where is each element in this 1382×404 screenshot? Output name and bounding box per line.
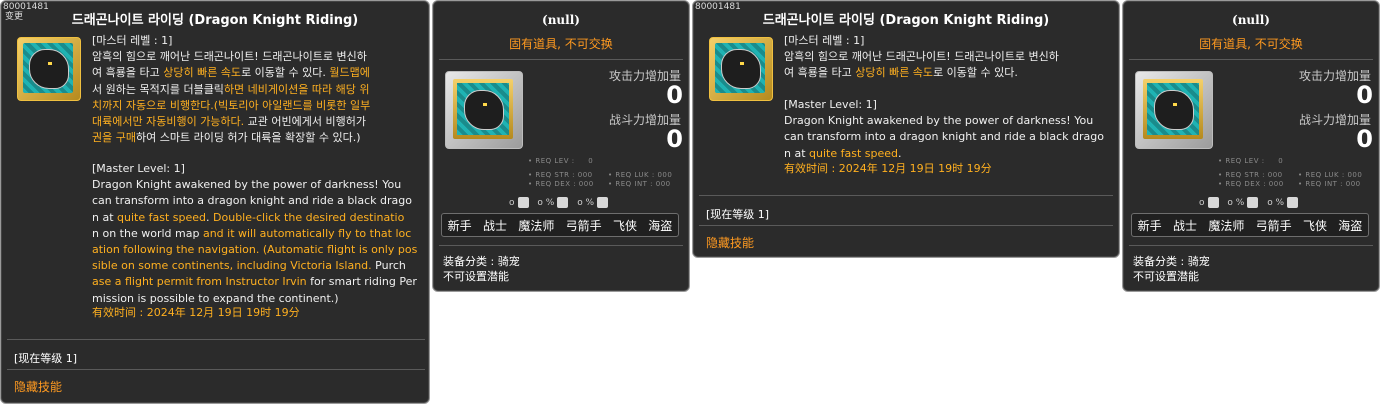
item-subtitle: 固有道具, 不可交换 xyxy=(1199,37,1303,51)
combat-value: 0 xyxy=(666,125,683,153)
dragon-icon xyxy=(721,49,761,89)
current-level: [现在等级 1] xyxy=(14,352,78,365)
skill-title: 드래곤나이트 라이딩 (Dragon Knight Riding) xyxy=(71,13,359,28)
dragon-icon xyxy=(464,90,504,130)
skill-desc-kr: [마스터 레벨 : 1] 암흑의 힘으로 깨어난 드래곤나이트! 드래곤나이트로 … xyxy=(784,33,1119,82)
job-requirements: 新手 战士 魔法师 弓箭手 飞侠 海盗 xyxy=(1131,213,1369,237)
job-pirate: 海盗 xyxy=(1338,218,1363,233)
desc-line: [마스터 레벨 : 1] xyxy=(92,34,173,47)
divider xyxy=(439,59,683,60)
desc-line: [Master Level: 1] xyxy=(784,98,877,111)
skill-tooltip-1: 80001481 变更 드래곤나이트 라이딩 (Dragon Knight Ri… xyxy=(0,0,430,404)
req-int: • REQ INT : 000 xyxy=(1298,180,1361,188)
current-level: [现在等级 1] xyxy=(706,208,770,221)
misc-icons: o o % o % xyxy=(1199,197,1304,208)
dragon-icon xyxy=(1154,90,1194,130)
desc-line: Dragon Knight awakened by the power of d… xyxy=(784,114,1094,128)
req-lev: • REQ LEV : 0 xyxy=(1218,157,1284,165)
req-luk: • REQ LUK : 000 xyxy=(1298,171,1363,179)
item-icon xyxy=(1135,71,1213,149)
job-requirements: 新手 战士 魔法师 弓箭手 飞侠 海盗 xyxy=(441,213,679,237)
job-warrior: 战士 xyxy=(482,218,507,233)
job-archer: 弓箭手 xyxy=(1255,218,1292,233)
skill-desc-en: [Master Level: 1] Dragon Knight awakened … xyxy=(92,161,427,307)
job-beginner: 新手 xyxy=(1137,218,1162,233)
potential-info: 不可设置潜能 xyxy=(443,270,509,283)
desc-line: [마스터 레벨 : 1] xyxy=(784,34,865,47)
req-dex: • REQ DEX : 000 xyxy=(1218,180,1284,188)
attack-value: 0 xyxy=(666,81,683,109)
ring-icon xyxy=(517,197,529,208)
job-magician: 魔法师 xyxy=(1208,218,1245,233)
desc-line: n on the world map and it will automatic… xyxy=(92,226,412,240)
skill-title: 드래곤나이트 라이딩 (Dragon Knight Riding) xyxy=(762,13,1050,28)
desc-line: can transform into a dragon knight and r… xyxy=(784,130,1104,144)
job-archer: 弓箭手 xyxy=(565,218,602,233)
desc-line: ase a flight permit from Instructor Irvi… xyxy=(92,275,417,289)
expiry-time: 有效时间 : 2024年 12月 19日 19时 19分 xyxy=(784,162,992,175)
desc-line: [Master Level: 1] xyxy=(92,162,185,175)
desc-line: Dragon Knight awakened by the power of d… xyxy=(92,178,402,192)
shield-icon xyxy=(1287,197,1299,208)
potential-info: 不可设置潜能 xyxy=(1133,270,1199,283)
expiry-time: 有效时间 : 2024年 12月 19日 19时 19分 xyxy=(92,306,300,319)
skill-tooltip-2: 80001481 드래곤나이트 라이딩 (Dragon Knight Ridin… xyxy=(692,0,1120,258)
dragon-icon xyxy=(29,49,69,89)
req-str: • REQ STR : 000 xyxy=(1218,171,1283,179)
job-magician: 魔法师 xyxy=(518,218,555,233)
item-tooltip-2: (null) 固有道具, 不可交换 攻击力增加量 0 战斗力增加量 0 • RE… xyxy=(1122,0,1380,292)
misc-icons: o o % o % xyxy=(509,197,614,208)
item-tooltip-1: (null) 固有道具, 不可交换 攻击力增加量 0 战斗力增加量 0 • RE… xyxy=(432,0,690,292)
desc-line: 치까지 자동으로 비행한다.(빅토리아 아일랜드를 비롯한 일부 xyxy=(92,98,371,112)
upgrade-icon xyxy=(1247,197,1259,208)
req-lev: • REQ LEV : 0 xyxy=(528,157,594,165)
req-dex: • REQ DEX : 000 xyxy=(528,180,594,188)
desc-line: sible on some continents, including Vict… xyxy=(92,259,406,273)
divider xyxy=(699,195,1113,196)
skill-icon xyxy=(17,37,81,101)
equip-category: 装备分类 : 骑宠 xyxy=(443,255,520,268)
job-pirate: 海盗 xyxy=(648,218,673,233)
item-title: (null) xyxy=(542,13,580,27)
req-int: • REQ INT : 000 xyxy=(608,180,671,188)
attack-value: 0 xyxy=(1356,81,1373,109)
desc-line: 대륙에서만 자동비행이 가능하다. 교관 어빈에게서 비행허가 xyxy=(92,115,366,129)
skill-icon xyxy=(709,37,773,101)
divider xyxy=(7,339,425,340)
divider xyxy=(1129,245,1373,246)
hidden-skill: 隐藏技能 xyxy=(14,380,63,394)
desc-line: 암흑의 힘으로 깨어난 드래곤나이트! 드래곤나이트로 변신하 xyxy=(92,50,367,64)
desc-line: ation following the navigation. (Automat… xyxy=(92,243,418,257)
desc-line: 권을 구매하여 스마트 라이딩 허가 대륙을 확장할 수 있다.) xyxy=(92,131,361,145)
desc-line: n at quite fast speed. xyxy=(784,146,902,160)
job-thief: 飞侠 xyxy=(1302,218,1327,233)
ring-icon xyxy=(1207,197,1219,208)
job-thief: 飞侠 xyxy=(612,218,637,233)
job-beginner: 新手 xyxy=(447,218,472,233)
shield-icon xyxy=(597,197,609,208)
item-subtitle: 固有道具, 不可交换 xyxy=(509,37,613,51)
divider xyxy=(699,225,1113,226)
desc-line: 암흑의 힘으로 깨어난 드래곤나이트! 드래곤나이트로 변신하 xyxy=(784,50,1059,64)
skill-desc-kr: [마스터 레벨 : 1] 암흑의 힘으로 깨어난 드래곤나이트! 드래곤나이트로 … xyxy=(92,33,427,146)
job-warrior: 战士 xyxy=(1172,218,1197,233)
desc-line: 여 흑룡을 타고 상당히 빠른 속도로 이동할 수 있다. xyxy=(784,66,1018,80)
combat-value: 0 xyxy=(1356,125,1373,153)
divider xyxy=(439,245,683,246)
item-title: (null) xyxy=(1232,13,1270,27)
item-icon xyxy=(445,71,523,149)
req-luk: • REQ LUK : 000 xyxy=(608,171,673,179)
divider xyxy=(1129,59,1373,60)
desc-line: n at quite fast speed. Double-click the … xyxy=(92,210,405,224)
desc-line: 여 흑룡을 타고 상당히 빠른 속도로 이동할 수 있다. 월드맵에 xyxy=(92,66,370,80)
req-str: • REQ STR : 000 xyxy=(528,171,593,179)
desc-line: 서 원하는 목적지를 더블클릭하면 네비게이션을 따라 해당 위 xyxy=(92,82,370,96)
upgrade-icon xyxy=(557,197,569,208)
skill-desc-en: [Master Level: 1] Dragon Knight awakened … xyxy=(784,97,1119,162)
desc-line: can transform into a dragon knight and r… xyxy=(92,194,412,208)
divider xyxy=(7,369,425,370)
hidden-skill: 隐藏技能 xyxy=(706,236,755,250)
equip-category: 装备分类 : 骑宠 xyxy=(1133,255,1210,268)
